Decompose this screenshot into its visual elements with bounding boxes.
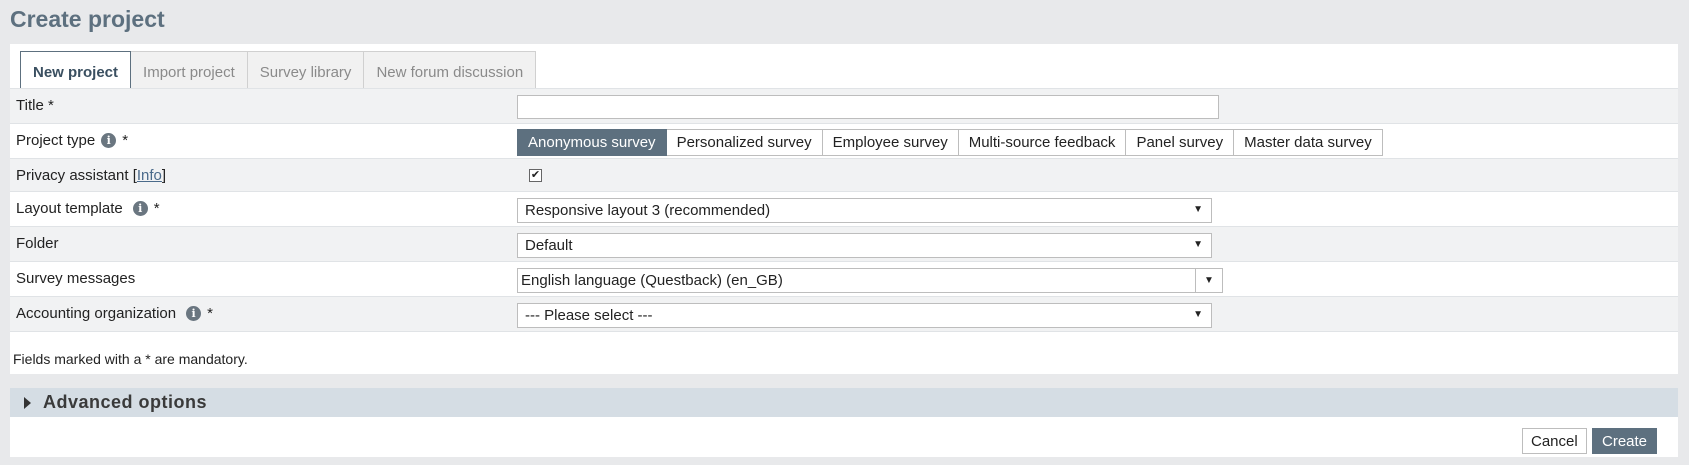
layout-template-select[interactable]: Responsive layout 3 (recommended) ▼ (517, 198, 1212, 223)
privacy-assistant-label-end: ] (161, 167, 167, 184)
chevron-down-icon: ▼ (1193, 309, 1203, 320)
create-button[interactable]: Create (1592, 428, 1658, 454)
project-type-master-data-survey[interactable]: Master data survey (1234, 129, 1383, 156)
survey-messages-row: Survey messages English language (Questb… (10, 261, 1678, 296)
privacy-assistant-label-text: Privacy assistant [ (16, 167, 137, 184)
layout-template-label: Layout template i * (16, 200, 160, 217)
accounting-org-row: Accounting organization i * --- Please s… (10, 296, 1678, 331)
layout-template-row: Layout template i * Responsive layout 3 … (10, 191, 1678, 226)
privacy-assistant-label: Privacy assistant [Info] (16, 167, 166, 184)
project-type-employee-survey[interactable]: Employee survey (822, 129, 959, 156)
survey-messages-value: English language (Questback) (en_GB) (521, 272, 783, 289)
caret-right-icon (24, 396, 31, 409)
chevron-down-icon[interactable]: ▼ (1195, 269, 1222, 292)
advanced-options-toggle[interactable]: Advanced options (10, 388, 1678, 417)
survey-messages-label: Survey messages (16, 270, 136, 287)
required-mark: * (153, 200, 160, 217)
project-type-panel-survey[interactable]: Panel survey (1126, 129, 1235, 156)
advanced-options-label: Advanced options (43, 392, 208, 412)
project-type-label-text: Project type (16, 132, 96, 149)
layout-template-label-text: Layout template (16, 200, 123, 217)
project-type-anonymous-survey[interactable]: Anonymous survey (517, 129, 667, 156)
form-divider (10, 331, 1678, 332)
chevron-down-icon: ▼ (1193, 204, 1203, 215)
mandatory-note: Fields marked with a * are mandatory. (13, 351, 248, 367)
project-type-multi-source-feedback[interactable]: Multi-source feedback (958, 129, 1127, 156)
title-label: Title * (16, 97, 54, 114)
privacy-assistant-row: Privacy assistant [Info] ✔ (10, 158, 1678, 191)
accounting-org-select[interactable]: --- Please select --- ▼ (517, 303, 1212, 328)
title-row: Title * (10, 88, 1678, 123)
project-type-row: Project type i * Anonymous survey Person… (10, 123, 1678, 158)
create-project-panel: New project Import project Survey librar… (10, 44, 1678, 374)
info-icon[interactable]: i (101, 133, 117, 148)
required-mark: * (122, 132, 129, 149)
info-icon[interactable]: i (132, 201, 148, 216)
survey-messages-select[interactable]: English language (Questback) (en_GB) ▼ (517, 268, 1223, 293)
folder-row: Folder Default ▼ (10, 226, 1678, 261)
project-type-selector: Anonymous survey Personalized survey Emp… (517, 129, 1383, 156)
required-mark: * (207, 305, 213, 322)
layout-template-value: Responsive layout 3 (recommended) (525, 202, 771, 219)
page-title: Create project (10, 6, 165, 32)
info-icon[interactable]: i (186, 306, 202, 321)
folder-label: Folder (16, 235, 59, 252)
title-input[interactable] (517, 95, 1219, 119)
cancel-button[interactable]: Cancel (1522, 428, 1587, 454)
project-type-personalized-survey[interactable]: Personalized survey (666, 129, 823, 156)
accounting-org-label-text: Accounting organization (16, 305, 177, 322)
folder-select[interactable]: Default ▼ (517, 233, 1212, 258)
chevron-down-icon: ▼ (1193, 239, 1203, 250)
privacy-info-link[interactable]: Info (137, 167, 162, 184)
project-type-label: Project type i * (16, 132, 128, 149)
privacy-assistant-checkbox[interactable]: ✔ (529, 169, 542, 182)
accounting-org-value: --- Please select --- (525, 307, 653, 324)
accounting-org-label: Accounting organization i * (16, 305, 213, 322)
action-bar: Cancel Create (10, 417, 1678, 457)
folder-value: Default (525, 237, 573, 254)
